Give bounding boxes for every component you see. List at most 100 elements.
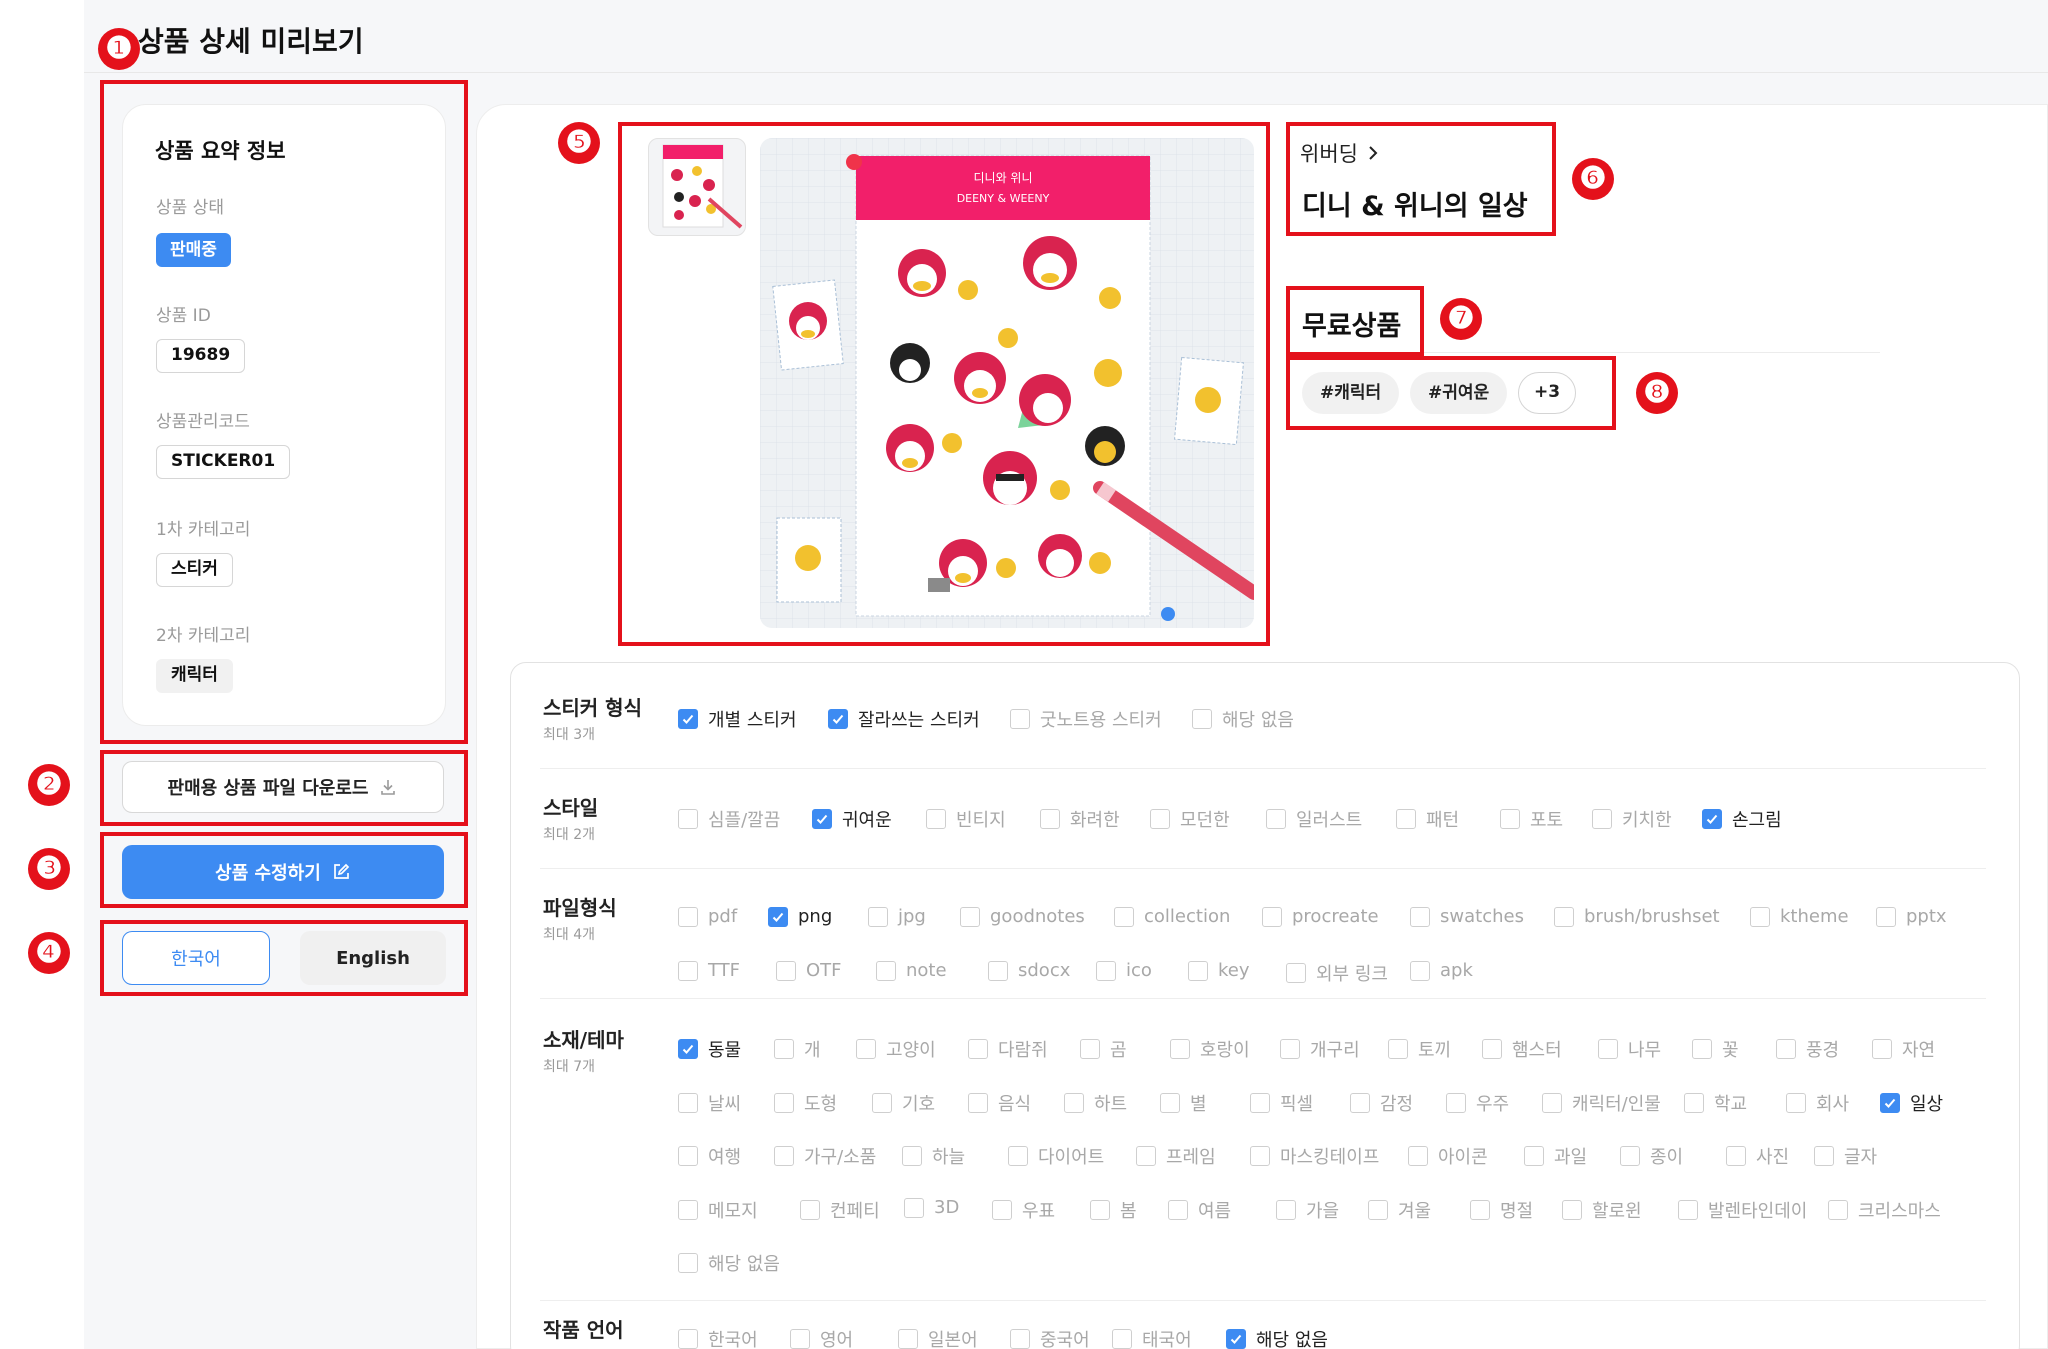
checkbox-icon[interactable] (1410, 906, 1430, 927)
theme-option[interactable]: 여름 (1168, 1197, 1231, 1223)
checkbox-icon[interactable] (678, 1093, 698, 1113)
theme-option[interactable]: 종이 (1620, 1143, 1683, 1169)
checkbox-icon[interactable] (1350, 1093, 1370, 1113)
checkbox-checked-icon[interactable] (1702, 809, 1722, 829)
checkbox-icon[interactable] (774, 1039, 794, 1059)
checkbox-icon[interactable] (1446, 1093, 1466, 1113)
checkbox-icon[interactable] (1750, 906, 1770, 927)
file-format-option[interactable]: sdocx (988, 960, 1070, 981)
checkbox-checked-icon[interactable] (1880, 1093, 1900, 1113)
checkbox-icon[interactable] (1250, 1093, 1270, 1113)
checkbox-icon[interactable] (1776, 1039, 1796, 1059)
theme-option[interactable]: 과일 (1524, 1143, 1587, 1169)
checkbox-icon[interactable] (872, 1093, 892, 1113)
file-format-option[interactable]: collection (1114, 906, 1230, 927)
language-option[interactable]: 해당 없음 (1226, 1326, 1328, 1349)
checkbox-icon[interactable] (968, 1039, 988, 1059)
checkbox-icon[interactable] (856, 1039, 876, 1059)
theme-option[interactable]: 봄 (1090, 1197, 1137, 1223)
theme-option[interactable]: 동물 (678, 1036, 741, 1062)
checkbox-icon[interactable] (1524, 1146, 1544, 1166)
checkbox-icon[interactable] (1250, 1146, 1270, 1166)
theme-option[interactable]: 할로윈 (1562, 1197, 1642, 1223)
checkbox-icon[interactable] (1814, 1146, 1834, 1166)
checkbox-icon[interactable] (926, 809, 946, 829)
checkbox-checked-icon[interactable] (812, 809, 832, 829)
theme-option[interactable]: 가을 (1276, 1197, 1339, 1223)
checkbox-icon[interactable] (1192, 709, 1212, 729)
theme-option[interactable]: 메모지 (678, 1197, 758, 1223)
checkbox-icon[interactable] (1368, 1200, 1388, 1220)
theme-option[interactable]: 프레임 (1136, 1143, 1216, 1169)
checkbox-icon[interactable] (1008, 1146, 1028, 1166)
language-option[interactable]: 일본어 (898, 1326, 978, 1349)
checkbox-icon[interactable] (1410, 960, 1430, 981)
theme-option[interactable]: 날씨 (678, 1090, 741, 1116)
language-option[interactable]: 태국어 (1112, 1326, 1192, 1349)
theme-option[interactable]: 별 (1160, 1090, 1207, 1116)
style-option[interactable]: 귀여운 (812, 806, 892, 832)
checkbox-icon[interactable] (1828, 1200, 1848, 1220)
style-option[interactable]: 키치한 (1592, 806, 1672, 832)
checkbox-icon[interactable] (1262, 906, 1282, 927)
checkbox-icon[interactable] (1684, 1093, 1704, 1113)
file-format-option[interactable]: swatches (1410, 906, 1524, 927)
checkbox-icon[interactable] (1876, 906, 1896, 927)
theme-option[interactable]: 학교 (1684, 1090, 1747, 1116)
checkbox-checked-icon[interactable] (678, 709, 698, 729)
checkbox-icon[interactable] (1872, 1039, 1892, 1059)
checkbox-icon[interactable] (678, 906, 698, 927)
file-format-option[interactable]: pdf (678, 906, 737, 927)
checkbox-icon[interactable] (1470, 1200, 1490, 1220)
checkbox-icon[interactable] (1692, 1039, 1712, 1059)
checkbox-icon[interactable] (968, 1093, 988, 1113)
checkbox-icon[interactable] (678, 1253, 698, 1273)
language-option[interactable]: 중국어 (1010, 1326, 1090, 1349)
checkbox-icon[interactable] (1726, 1146, 1746, 1166)
checkbox-icon[interactable] (678, 960, 698, 981)
checkbox-icon[interactable] (1112, 1329, 1132, 1349)
checkbox-icon[interactable] (1396, 809, 1416, 829)
theme-option[interactable]: 토끼 (1388, 1036, 1451, 1062)
theme-option[interactable]: 꽃 (1692, 1036, 1739, 1062)
checkbox-icon[interactable] (1554, 906, 1574, 927)
theme-option[interactable]: 자연 (1872, 1036, 1935, 1062)
language-option[interactable]: 한국어 (678, 1326, 758, 1349)
file-format-option[interactable]: key (1188, 960, 1250, 981)
checkbox-icon[interactable] (1170, 1039, 1190, 1059)
file-format-option[interactable]: 외부 링크 (1286, 960, 1388, 986)
checkbox-icon[interactable] (876, 960, 896, 981)
checkbox-icon[interactable] (790, 1329, 810, 1349)
file-format-option[interactable]: pptx (1876, 906, 1947, 927)
sticker-format-option[interactable]: 해당 없음 (1192, 706, 1294, 732)
theme-option[interactable]: 가구/소품 (774, 1143, 876, 1169)
theme-option[interactable]: 음식 (968, 1090, 1031, 1116)
checkbox-icon[interactable] (1188, 960, 1208, 981)
theme-option[interactable]: 하늘 (902, 1143, 965, 1169)
theme-option[interactable]: 픽셀 (1250, 1090, 1313, 1116)
theme-option[interactable]: 겨울 (1368, 1197, 1431, 1223)
checkbox-icon[interactable] (1562, 1200, 1582, 1220)
checkbox-icon[interactable] (868, 906, 888, 927)
theme-option[interactable]: 컨페티 (800, 1197, 880, 1223)
style-option[interactable]: 패턴 (1396, 806, 1459, 832)
checkbox-icon[interactable] (1064, 1093, 1084, 1113)
checkbox-icon[interactable] (1266, 809, 1286, 829)
checkbox-icon[interactable] (678, 1200, 698, 1220)
checkbox-icon[interactable] (1620, 1146, 1640, 1166)
file-format-option[interactable]: procreate (1262, 906, 1379, 927)
checkbox-icon[interactable] (800, 1200, 820, 1220)
sticker-format-option[interactable]: 잘라쓰는 스티커 (828, 706, 980, 732)
checkbox-icon[interactable] (774, 1093, 794, 1113)
style-option[interactable]: 모던한 (1150, 806, 1230, 832)
file-format-option[interactable]: brush/brushset (1554, 906, 1720, 927)
theme-option[interactable]: 3D (904, 1197, 959, 1218)
checkbox-icon[interactable] (1090, 1200, 1110, 1220)
theme-option[interactable]: 아이콘 (1408, 1143, 1488, 1169)
checkbox-icon[interactable] (904, 1197, 924, 1218)
checkbox-checked-icon[interactable] (768, 906, 788, 927)
checkbox-icon[interactable] (898, 1329, 918, 1349)
sticker-format-option[interactable]: 굿노트용 스티커 (1010, 706, 1162, 732)
checkbox-icon[interactable] (1286, 963, 1306, 983)
checkbox-icon[interactable] (774, 1146, 794, 1166)
